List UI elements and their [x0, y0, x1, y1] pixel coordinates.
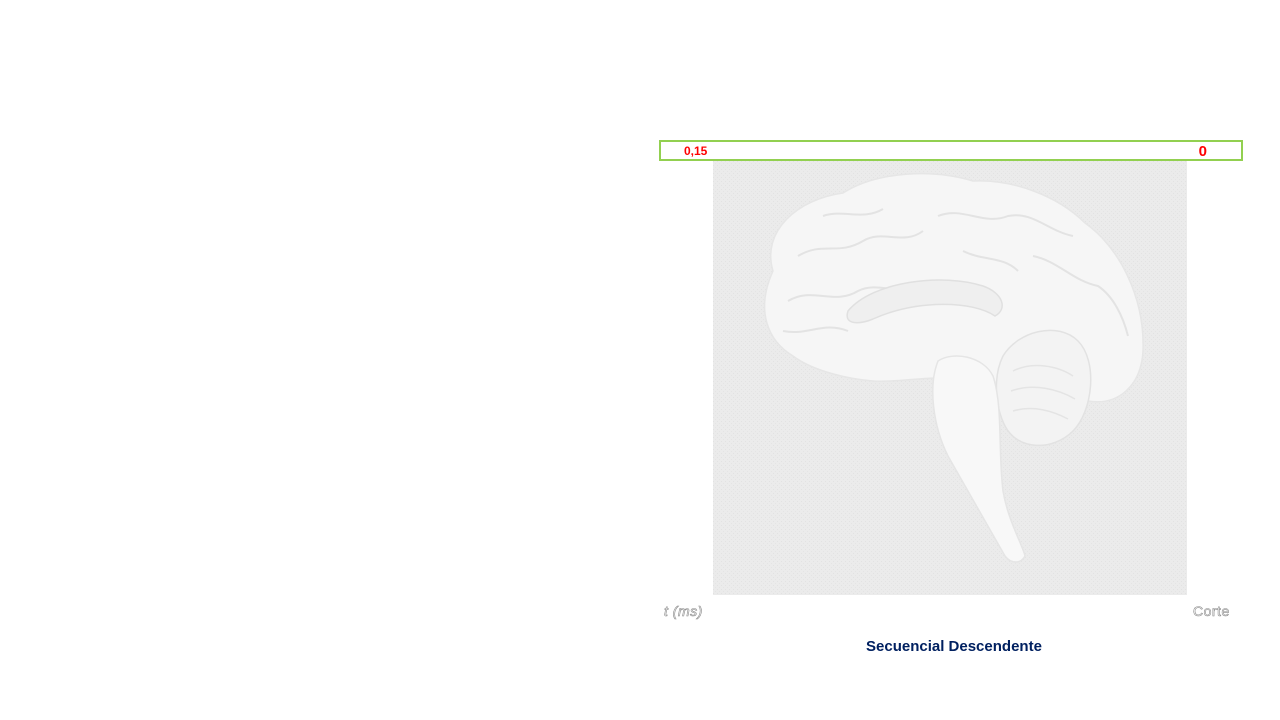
brain-sagittal-image [713, 161, 1187, 595]
sequence-caption: Secuencial Descendente [866, 638, 1042, 655]
brain-illustration [713, 161, 1187, 595]
slice-axis-label: Corte [1193, 603, 1230, 620]
scale-left-value: 0,15 [684, 144, 708, 158]
time-axis-label: t (ms) [664, 603, 703, 620]
time-scale-bar: 0,15 0 [659, 140, 1243, 161]
slide: 0,15 0 t (ms) Corte Secuencial Descenden… [0, 0, 1280, 720]
scale-right-value: 0 [1198, 143, 1207, 160]
